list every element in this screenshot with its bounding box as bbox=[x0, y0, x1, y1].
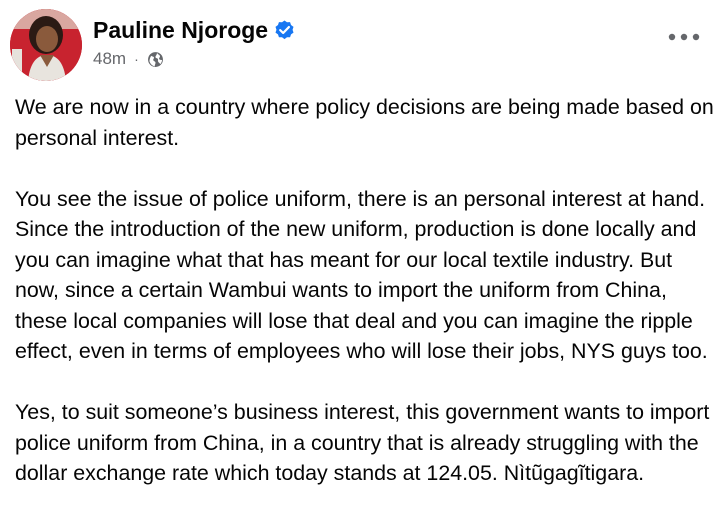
facebook-post: Pauline Njoroge 48m · We are now in a co… bbox=[0, 0, 719, 523]
avatar[interactable] bbox=[10, 9, 82, 81]
post-paragraph: Yes, to suit someone’s business interest… bbox=[15, 400, 710, 485]
post-paragraph: We are now in a country where policy dec… bbox=[15, 95, 714, 150]
post-body: We are now in a country where policy dec… bbox=[15, 92, 715, 519]
more-options-icon[interactable] bbox=[667, 27, 701, 47]
meta-separator: · bbox=[134, 51, 139, 67]
avatar-photo bbox=[10, 9, 82, 81]
post-paragraph: You see the issue of police uniform, the… bbox=[15, 186, 708, 364]
post-header: Pauline Njoroge 48m · bbox=[10, 9, 709, 85]
verified-badge-icon bbox=[275, 20, 294, 40]
post-meta: 48m · bbox=[93, 49, 164, 69]
post-timestamp[interactable]: 48m bbox=[93, 49, 126, 69]
globe-icon[interactable] bbox=[147, 51, 164, 68]
author-name[interactable]: Pauline Njoroge bbox=[93, 17, 268, 44]
